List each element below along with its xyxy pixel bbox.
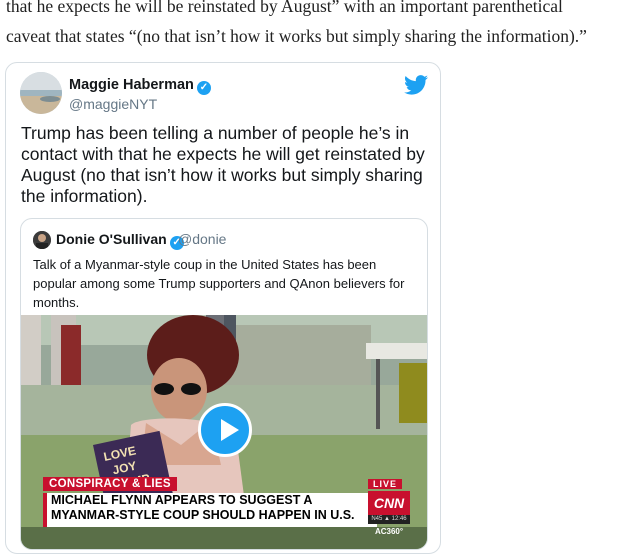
article-line-1: that he expects he will be reinstated by… — [6, 0, 563, 16]
video-player[interactable]: LOVE JOY TRUMP CONSPIRACY & LIES MICHAEL… — [21, 315, 427, 549]
tweet-text-line: the information). — [21, 186, 148, 206]
quoted-text-line: months. — [33, 295, 80, 310]
quoted-text-line: Talk of a Myanmar-style coup in the Unit… — [33, 257, 377, 272]
show-bug: AC360° — [374, 527, 404, 536]
tweet-handle[interactable]: @maggieNYT — [69, 96, 157, 112]
tweet-text-line: contact with that he expects he will get… — [21, 144, 425, 164]
tweet-text-line: August (no that isn’t how it works but s… — [21, 165, 423, 185]
quoted-text: Talk of a Myanmar-style coup in the Unit… — [33, 255, 423, 312]
embedded-tweet[interactable]: Maggie Haberman ✓ @maggieNYT Trump has be… — [5, 62, 441, 554]
quoted-avatar — [33, 231, 51, 249]
chyron-line-2: MYANMAR-STYLE COUP SHOULD HAPPEN IN U.S. — [51, 508, 355, 522]
tweet-text-line: Trump has been telling a number of peopl… — [21, 123, 410, 143]
cnn-logo: CNN — [368, 491, 410, 515]
article-paragraph: that he expects he will be reinstated by… — [6, 0, 638, 51]
quoted-tweet[interactable]: Donie O'Sullivan ✓ @donie Talk of a Myanm… — [20, 218, 428, 550]
avatar[interactable] — [20, 72, 62, 114]
chyron-line-1: MICHAEL FLYNN APPEARS TO SUGGEST A — [51, 493, 313, 507]
quoted-handle: @donie — [178, 231, 227, 247]
tweet-text: Trump has been telling a number of peopl… — [21, 123, 436, 207]
tweet-author[interactable]: Maggie Haberman ✓ — [69, 77, 211, 95]
verified-badge-icon: ✓ — [196, 81, 211, 95]
chyron: MICHAEL FLYNN APPEARS TO SUGGEST A MYANM… — [43, 493, 377, 527]
play-icon[interactable] — [198, 403, 252, 457]
quoted-text-line: popular among some Trump supporters and … — [33, 276, 405, 291]
twitter-bird-icon[interactable] — [404, 75, 428, 95]
article-line-2: caveat that states “(no that isn’t how i… — [6, 26, 587, 46]
chyron-tag: CONSPIRACY & LIES — [43, 477, 177, 491]
broadcast-time: N45 ▲ 12:46 — [368, 515, 410, 524]
live-badge: LIVE — [368, 479, 403, 489]
quoted-author: Donie O'Sullivan ✓ — [56, 231, 184, 250]
quoted-author-name: Donie O'Sullivan — [56, 231, 167, 247]
tweet-author-name[interactable]: Maggie Haberman — [69, 77, 194, 93]
